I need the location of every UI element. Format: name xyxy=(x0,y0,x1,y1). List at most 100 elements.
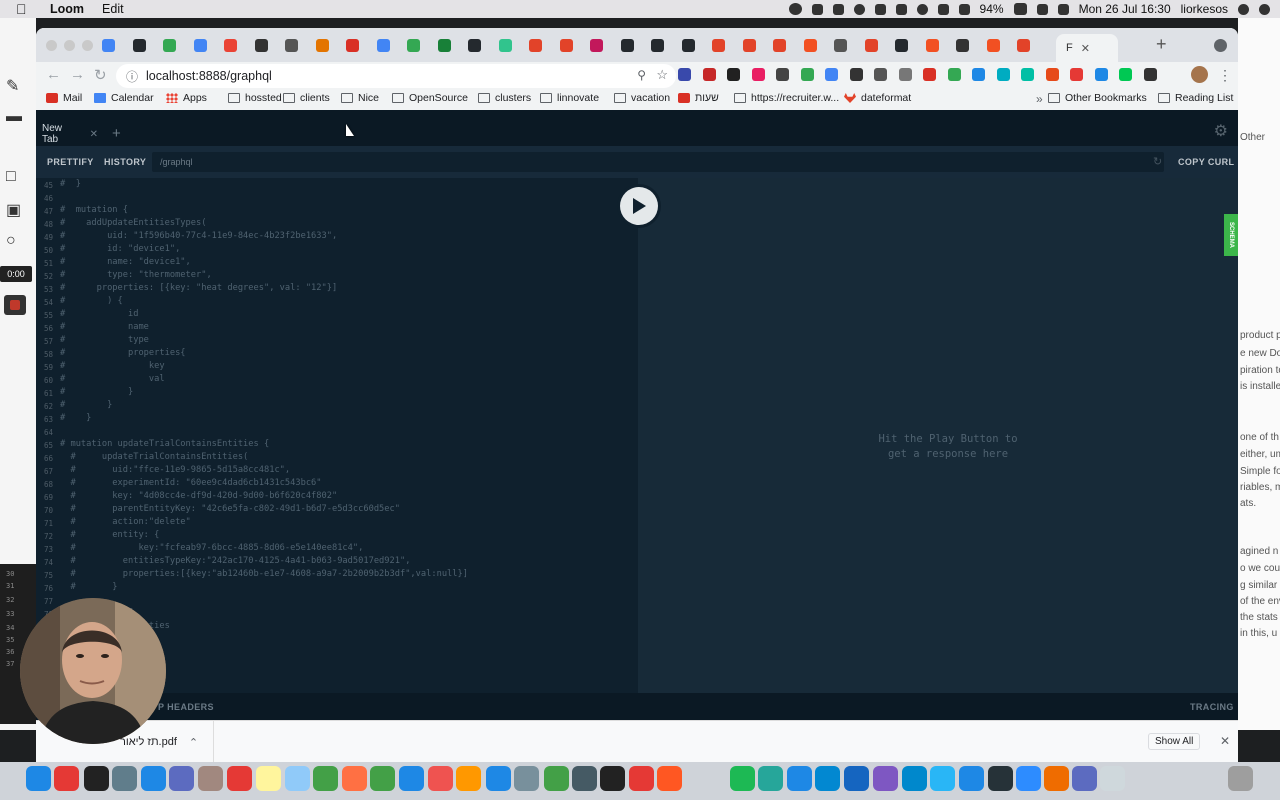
browser-tab-favicon[interactable] xyxy=(590,39,603,52)
dock-app-icon[interactable] xyxy=(141,766,166,791)
extension-icon[interactable] xyxy=(1094,68,1108,81)
reading-list[interactable]: Reading List xyxy=(1158,92,1233,104)
bookmark-item[interactable]: hossted xyxy=(228,92,282,104)
browser-tab-favicon[interactable] xyxy=(224,39,237,52)
browser-tab-favicon[interactable] xyxy=(468,39,481,52)
dock-app-icon[interactable] xyxy=(572,766,597,791)
app-name[interactable]: Loom xyxy=(50,2,84,16)
extension-icon[interactable] xyxy=(874,68,887,81)
extension-icon[interactable] xyxy=(972,68,985,81)
bookmark-item[interactable]: Apps xyxy=(166,92,207,104)
active-browser-tab[interactable]: F ✕ xyxy=(1056,34,1118,62)
skype-icon[interactable] xyxy=(811,3,823,15)
dock-app-icon[interactable] xyxy=(657,766,682,791)
tracing-tab[interactable]: TRACING xyxy=(1190,702,1234,712)
dock-app-icon[interactable] xyxy=(1228,766,1253,791)
loom-icon[interactable] xyxy=(832,3,844,15)
copy-curl-button[interactable]: COPY CURL xyxy=(1178,157,1234,167)
bluetooth-icon[interactable] xyxy=(937,3,949,15)
bookmark-item[interactable]: vacation xyxy=(614,92,670,104)
close-window-button[interactable] xyxy=(46,40,57,51)
dock-app-icon[interactable] xyxy=(456,766,481,791)
back-button[interactable]: ← xyxy=(46,66,61,83)
extension-icon[interactable] xyxy=(947,68,961,81)
dock-app-icon[interactable] xyxy=(1016,766,1041,791)
dock-app-icon[interactable] xyxy=(370,766,395,791)
dock-app-icon[interactable] xyxy=(428,766,453,791)
dock-app-icon[interactable] xyxy=(313,766,338,791)
siri-icon[interactable] xyxy=(1259,3,1270,15)
close-downloads-bar-icon[interactable]: ✕ xyxy=(1220,734,1230,748)
site-info-icon[interactable]: ⓘ xyxy=(126,68,138,85)
bookmark-item[interactable]: clusters xyxy=(478,92,531,104)
bookmark-item[interactable]: linnovate xyxy=(540,92,599,104)
dock-app-icon[interactable] xyxy=(873,766,898,791)
vpn-icon[interactable] xyxy=(874,3,886,15)
wifi-icon[interactable] xyxy=(958,3,970,15)
dock-app-icon[interactable] xyxy=(930,766,955,791)
bookmark-item[interactable]: clients xyxy=(283,92,330,104)
browser-menu-icon[interactable]: ⋮ xyxy=(1218,67,1232,84)
download-options-icon[interactable]: ⌃ xyxy=(189,736,198,749)
volume-icon[interactable] xyxy=(1057,3,1069,15)
prettify-button[interactable]: PRETTIFY xyxy=(47,157,94,167)
dock-app-icon[interactable] xyxy=(285,766,310,791)
extension-icon[interactable] xyxy=(1143,68,1157,81)
extension-icon[interactable] xyxy=(923,68,936,81)
apple-icon[interactable]:  xyxy=(16,1,30,17)
browser-tab-favicon[interactable] xyxy=(285,39,298,52)
browser-tab-favicon[interactable] xyxy=(376,39,390,52)
github-icon[interactable] xyxy=(788,3,802,15)
dock-app-icon[interactable] xyxy=(844,766,869,791)
bookmark-item[interactable]: Mail xyxy=(46,92,82,104)
spotlight-icon[interactable] xyxy=(1238,3,1249,15)
browser-tab-favicon[interactable] xyxy=(773,39,786,52)
browser-tab-favicon[interactable] xyxy=(742,39,756,52)
schema-tab[interactable]: SCHEMA xyxy=(1224,214,1238,256)
menubar-user[interactable]: liorkesos xyxy=(1181,2,1228,16)
browser-tab-favicon[interactable] xyxy=(346,39,359,52)
history-button[interactable]: HISTORY xyxy=(104,157,146,167)
dock-app-icon[interactable] xyxy=(758,766,783,791)
spotify-icon[interactable] xyxy=(916,3,928,15)
browser-tab-favicon[interactable] xyxy=(712,39,725,52)
url-input[interactable]: ⓘ localhost:8888/graphql ⚲ ☆ xyxy=(116,64,676,88)
extension-icon[interactable] xyxy=(898,68,912,81)
extension-icon[interactable] xyxy=(849,68,863,81)
stop-recording-button[interactable] xyxy=(4,295,26,315)
browser-tab-favicon[interactable] xyxy=(803,39,817,52)
endpoint-input[interactable]: /graphql xyxy=(152,152,1164,172)
tab-search-icon[interactable] xyxy=(1214,39,1227,52)
browser-tab-favicon[interactable] xyxy=(681,39,695,52)
browser-tab-favicon[interactable] xyxy=(102,39,115,52)
browser-tab-favicon[interactable] xyxy=(407,39,420,52)
minimize-window-button[interactable] xyxy=(64,40,75,51)
dock-app-icon[interactable] xyxy=(54,766,79,791)
forward-button[interactable]: → xyxy=(70,66,85,83)
bookmark-item[interactable]: dateformat xyxy=(844,92,911,104)
bookmark-item[interactable]: Calendar xyxy=(94,92,154,104)
execute-query-button[interactable] xyxy=(620,187,658,225)
dock-app-icon[interactable] xyxy=(84,766,109,791)
extension-icon[interactable] xyxy=(1119,68,1132,81)
profile-avatar[interactable] xyxy=(1191,66,1208,83)
browser-tab-favicon[interactable] xyxy=(132,39,146,52)
playground-tab[interactable]: New Tab ✕ xyxy=(36,122,98,146)
extension-icon[interactable] xyxy=(825,68,838,81)
dock-app-icon[interactable] xyxy=(902,766,927,791)
dock-app-icon[interactable] xyxy=(988,766,1013,791)
dock-app-icon[interactable] xyxy=(514,766,539,791)
add-playground-tab-button[interactable]: + xyxy=(112,125,121,142)
dock-app-icon[interactable] xyxy=(256,766,281,791)
menu-edit[interactable]: Edit xyxy=(102,2,124,16)
dock-app-icon[interactable] xyxy=(730,766,755,791)
browser-tab-favicon[interactable] xyxy=(254,39,268,52)
bookmark-item[interactable]: Nice xyxy=(341,92,379,104)
menubar-clock[interactable]: Mon 26 Jul 16:30 xyxy=(1079,2,1171,16)
browser-tab-favicon[interactable] xyxy=(895,39,908,52)
dock-app-icon[interactable] xyxy=(169,766,194,791)
zoom-icon[interactable]: ⚲ xyxy=(637,68,646,82)
dock-app-icon[interactable] xyxy=(112,766,137,791)
extension-icon[interactable] xyxy=(776,68,789,81)
dock-app-icon[interactable] xyxy=(1100,766,1125,791)
